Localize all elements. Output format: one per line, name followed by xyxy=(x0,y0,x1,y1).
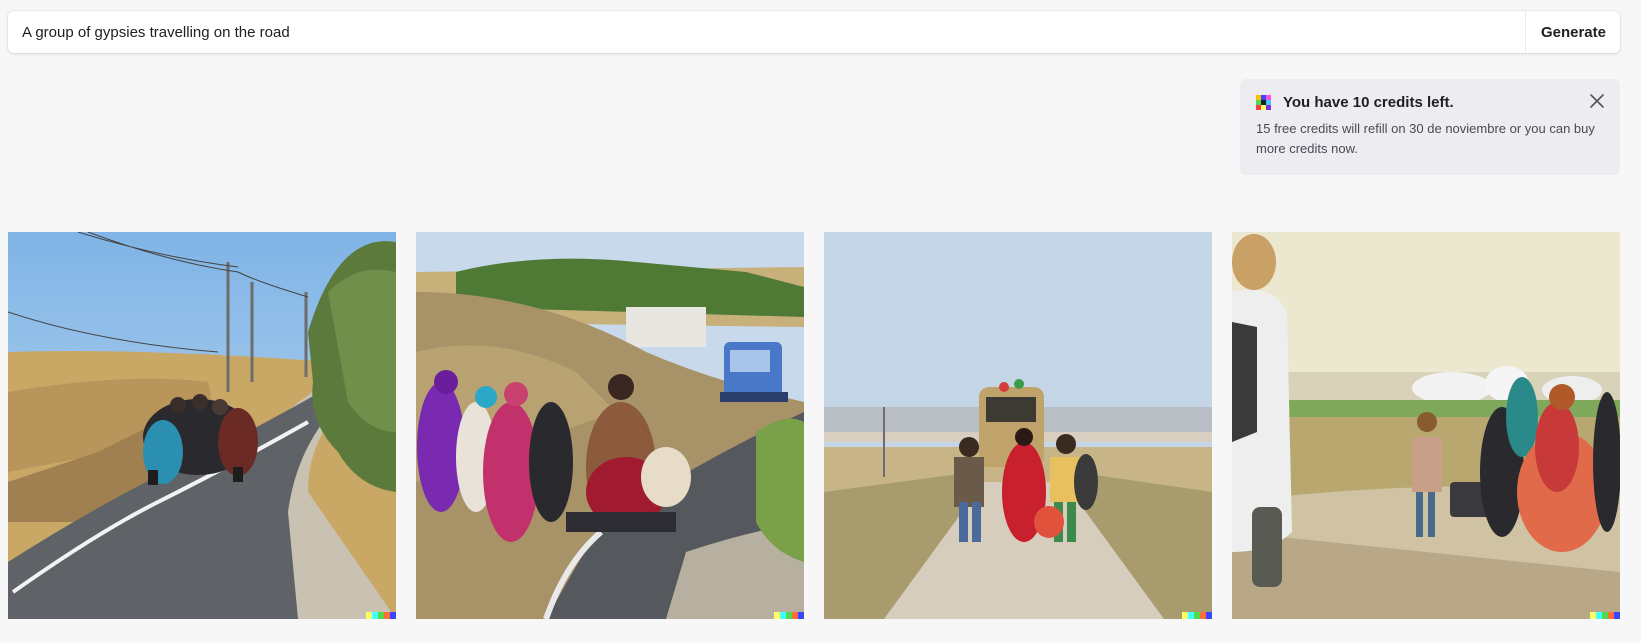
credits-notice-header: You have 10 credits left. xyxy=(1254,91,1606,113)
generated-image-2[interactable] xyxy=(416,232,804,619)
road-scene-image xyxy=(1232,232,1620,619)
road-scene-image xyxy=(416,232,804,619)
watermark xyxy=(1590,612,1620,619)
prompt-bar: Generate xyxy=(8,11,1620,53)
watermark xyxy=(774,612,804,619)
road-scene-image xyxy=(824,232,1212,619)
generate-button[interactable]: Generate xyxy=(1524,11,1620,53)
credits-notice: You have 10 credits left. 15 free credit… xyxy=(1240,79,1620,175)
dalle-logo-icon xyxy=(1256,94,1271,110)
image-gallery xyxy=(8,232,1620,619)
watermark xyxy=(366,612,396,619)
generated-image-1[interactable] xyxy=(8,232,396,619)
generated-image-4[interactable] xyxy=(1232,232,1620,619)
prompt-input[interactable] xyxy=(8,11,1525,53)
watermark xyxy=(1182,612,1212,619)
credits-title: You have 10 credits left. xyxy=(1283,93,1454,111)
road-scene-image xyxy=(8,232,396,619)
credits-message: 15 free credits will refill on 30 de nov… xyxy=(1256,121,1595,156)
generated-image-3[interactable] xyxy=(824,232,1212,619)
close-icon[interactable] xyxy=(1588,92,1606,110)
